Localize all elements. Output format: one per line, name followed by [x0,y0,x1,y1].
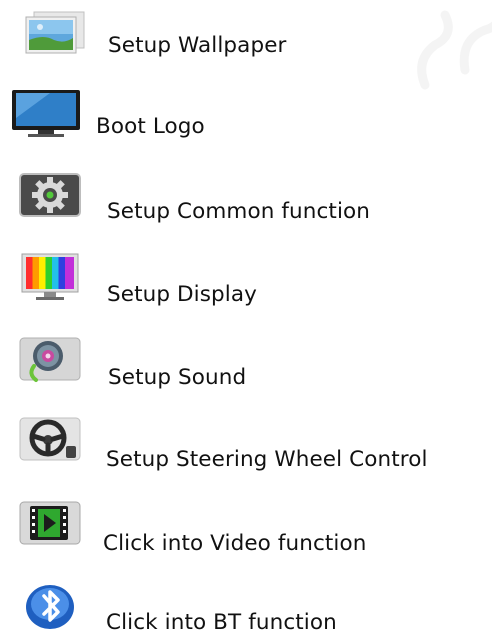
list-item-label: Click into Video function [103,531,367,556]
list-item-click-into-video-function[interactable]: Click into Video function [0,498,492,558]
bluetooth-icon [14,582,86,632]
list-item-label: Setup Display [107,282,257,307]
list-item-setup-sound[interactable]: Setup Sound [0,334,492,394]
list-item-label: Click into BT function [106,610,337,635]
steering-wheel-icon [14,416,86,466]
speaker-icon [14,336,86,386]
list-item-setup-steering-wheel-control[interactable]: Setup Steering Wheel Control [0,416,492,476]
gear-icon [14,172,86,222]
list-item-boot-logo[interactable]: Boot Logo [0,88,492,148]
list-item-label: Setup Sound [108,365,247,390]
list-item-click-into-bt-function[interactable]: Click into BT function [0,574,492,635]
list-item-label: Setup Common function [107,199,371,224]
video-play-icon [14,500,86,550]
list-item-label: Setup Steering Wheel Control [106,447,428,472]
list-item-setup-common-function[interactable]: Setup Common function [0,170,492,230]
list-item-label: Boot Logo [96,114,205,139]
monitor-icon [10,88,82,138]
list-item-setup-display[interactable]: Setup Display [0,252,492,312]
list-item-label: Setup Wallpaper [108,33,287,58]
list-item-setup-wallpaper[interactable]: Setup Wallpaper [0,6,492,66]
wallpaper-icon [14,10,86,60]
color-bars-monitor-icon [14,252,86,302]
